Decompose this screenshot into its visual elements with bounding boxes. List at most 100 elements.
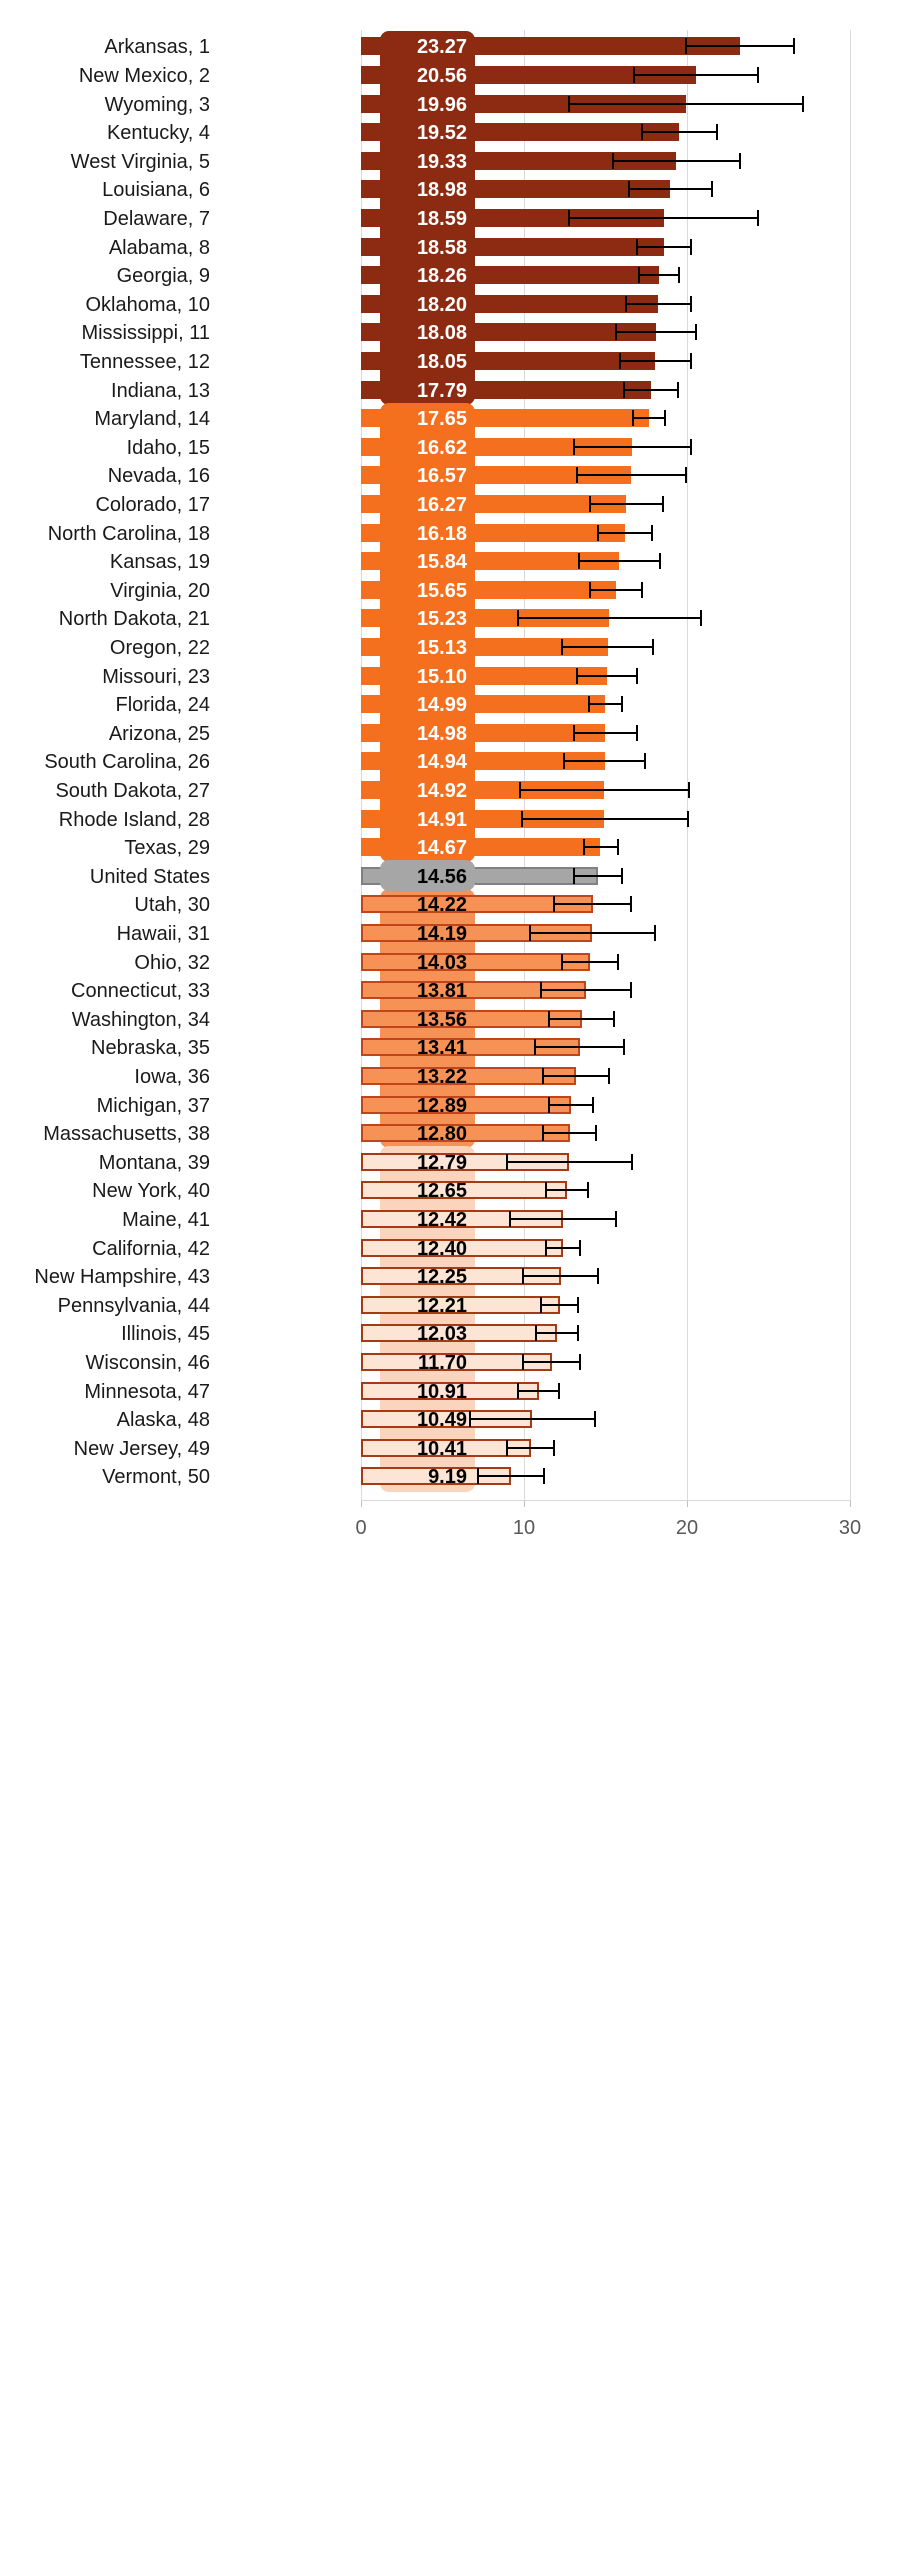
error-bar-cap-low — [572, 438, 575, 455]
error-bar-cap-low — [548, 1096, 551, 1113]
category-label: Texas, 29 — [124, 837, 210, 860]
error-bar-line — [636, 245, 692, 248]
error-bar-line — [623, 388, 679, 391]
category-label: Washington, 34 — [71, 1008, 210, 1031]
error-bar-cap-high — [650, 524, 653, 541]
x-tick-mark-20 — [687, 1499, 688, 1507]
error-bar-cap-low — [545, 1239, 548, 1256]
error-bar-cap-high — [623, 1039, 626, 1056]
error-bar-cap-high — [689, 352, 692, 369]
bar-value-label: 13.41 — [416, 1037, 467, 1060]
bar-value-label: 14.56 — [416, 865, 467, 888]
bar-value-label: 12.80 — [416, 1123, 467, 1146]
error-bar-cap-low — [589, 581, 592, 598]
error-bar-cap-low — [506, 1439, 509, 1456]
error-bar-cap-high — [621, 867, 624, 884]
error-bar-cap-low — [520, 810, 523, 827]
error-bar-cap-high — [579, 1353, 582, 1370]
error-bar-cap-high — [686, 810, 689, 827]
error-bar-line — [587, 703, 624, 706]
error-bar-cap-low — [576, 467, 579, 484]
error-bar-cap-low — [631, 410, 634, 427]
category-label: Alaska, 48 — [116, 1409, 210, 1432]
bar-value-label: 9.19 — [428, 1466, 467, 1489]
error-bar-line — [545, 1246, 582, 1249]
category-label: North Dakota, 21 — [58, 608, 210, 631]
x-axis-line — [361, 1499, 851, 1501]
bar-value-label: 14.94 — [416, 751, 467, 774]
bar-value-label: 14.91 — [416, 808, 467, 831]
category-label: Michigan, 37 — [96, 1094, 210, 1117]
error-bar-cap-low — [541, 1067, 544, 1084]
error-bar-cap-high — [738, 152, 741, 169]
error-bar-line — [638, 274, 681, 277]
category-label: Georgia, 9 — [116, 265, 210, 288]
error-bar-line — [517, 1389, 560, 1392]
x-tick-label: 0 — [355, 1516, 367, 1539]
error-bar-line — [528, 931, 656, 934]
category-label: Maine, 41 — [122, 1208, 210, 1231]
error-bar-line — [509, 1217, 617, 1220]
error-bar-line — [540, 1303, 580, 1306]
error-bar-line — [517, 617, 702, 620]
bar-value-label: 14.19 — [416, 922, 467, 945]
error-bar-cap-high — [592, 1096, 595, 1113]
error-bar-line — [615, 331, 697, 334]
error-bar-cap-low — [628, 181, 631, 198]
error-bar-cap-low — [519, 781, 522, 798]
category-label: New Hampshire, 43 — [34, 1266, 210, 1289]
error-bar-line — [548, 1103, 595, 1106]
x-tick-mark-0 — [361, 1499, 362, 1507]
bar-value-label: 18.59 — [416, 207, 467, 230]
bar-value-label: 12.03 — [416, 1323, 467, 1346]
category-label: United States — [89, 865, 210, 888]
error-bar-cap-low — [561, 638, 564, 655]
error-bar-line — [582, 846, 619, 849]
category-label: Oregon, 22 — [109, 636, 210, 659]
error-bar-line — [506, 1446, 555, 1449]
error-bar-cap-high — [715, 124, 718, 141]
bar-value-label: 16.18 — [416, 522, 467, 545]
error-bar-cap-high — [577, 1325, 580, 1342]
error-bar-cap-high — [663, 410, 666, 427]
category-label: Missouri, 23 — [102, 665, 210, 688]
error-bar-cap-high — [557, 1382, 560, 1399]
category-label: Wyoming, 3 — [104, 93, 210, 116]
error-bar-cap-low — [623, 381, 626, 398]
error-bar-cap-high — [631, 1153, 634, 1170]
error-bar-line — [612, 159, 741, 162]
bar-value-label: 16.57 — [416, 465, 467, 488]
error-bar-cap-high — [644, 753, 647, 770]
category-label: Minnesota, 47 — [84, 1380, 210, 1403]
error-bar-line — [520, 817, 689, 820]
error-bar-line — [535, 1332, 580, 1335]
x-tick-label: 10 — [512, 1516, 536, 1539]
error-bar-cap-high — [756, 66, 759, 83]
error-bar-cap-low — [572, 867, 575, 884]
bar-value-label: 12.65 — [416, 1180, 467, 1203]
category-label: Mississippi, 11 — [81, 322, 210, 345]
category-label: Ohio, 32 — [134, 951, 210, 974]
chart-page: 0 10 20 30 Arkansas, 1 23.27 New Mexico, 2 20.5… — [0, 0, 917, 2560]
error-bar-cap-high — [595, 1125, 598, 1142]
bar-value-label: 14.98 — [416, 722, 467, 745]
error-bar-cap-low — [572, 724, 575, 741]
error-bar-cap-low — [533, 1039, 536, 1056]
error-bar-line — [576, 474, 687, 477]
bar-value-label: 19.52 — [416, 122, 467, 145]
error-bar-cap-low — [540, 1296, 543, 1313]
error-bar-cap-low — [522, 1353, 525, 1370]
error-bar-line — [476, 1475, 546, 1478]
category-label: Pennsylvania, 44 — [57, 1294, 210, 1317]
category-label: Florida, 24 — [115, 694, 211, 717]
error-bar-cap-low — [618, 352, 621, 369]
bar-value-label: 10.41 — [416, 1437, 467, 1460]
gridline-20 — [687, 30, 688, 1500]
category-label: Arizona, 25 — [108, 722, 210, 745]
bar-value-label: 18.58 — [416, 236, 467, 259]
bar-value-label: 17.65 — [416, 408, 467, 431]
gridline-30 — [850, 30, 851, 1500]
error-bar-line — [541, 1074, 611, 1077]
error-bar-cap-low — [587, 696, 590, 713]
error-bar-cap-low — [612, 152, 615, 169]
